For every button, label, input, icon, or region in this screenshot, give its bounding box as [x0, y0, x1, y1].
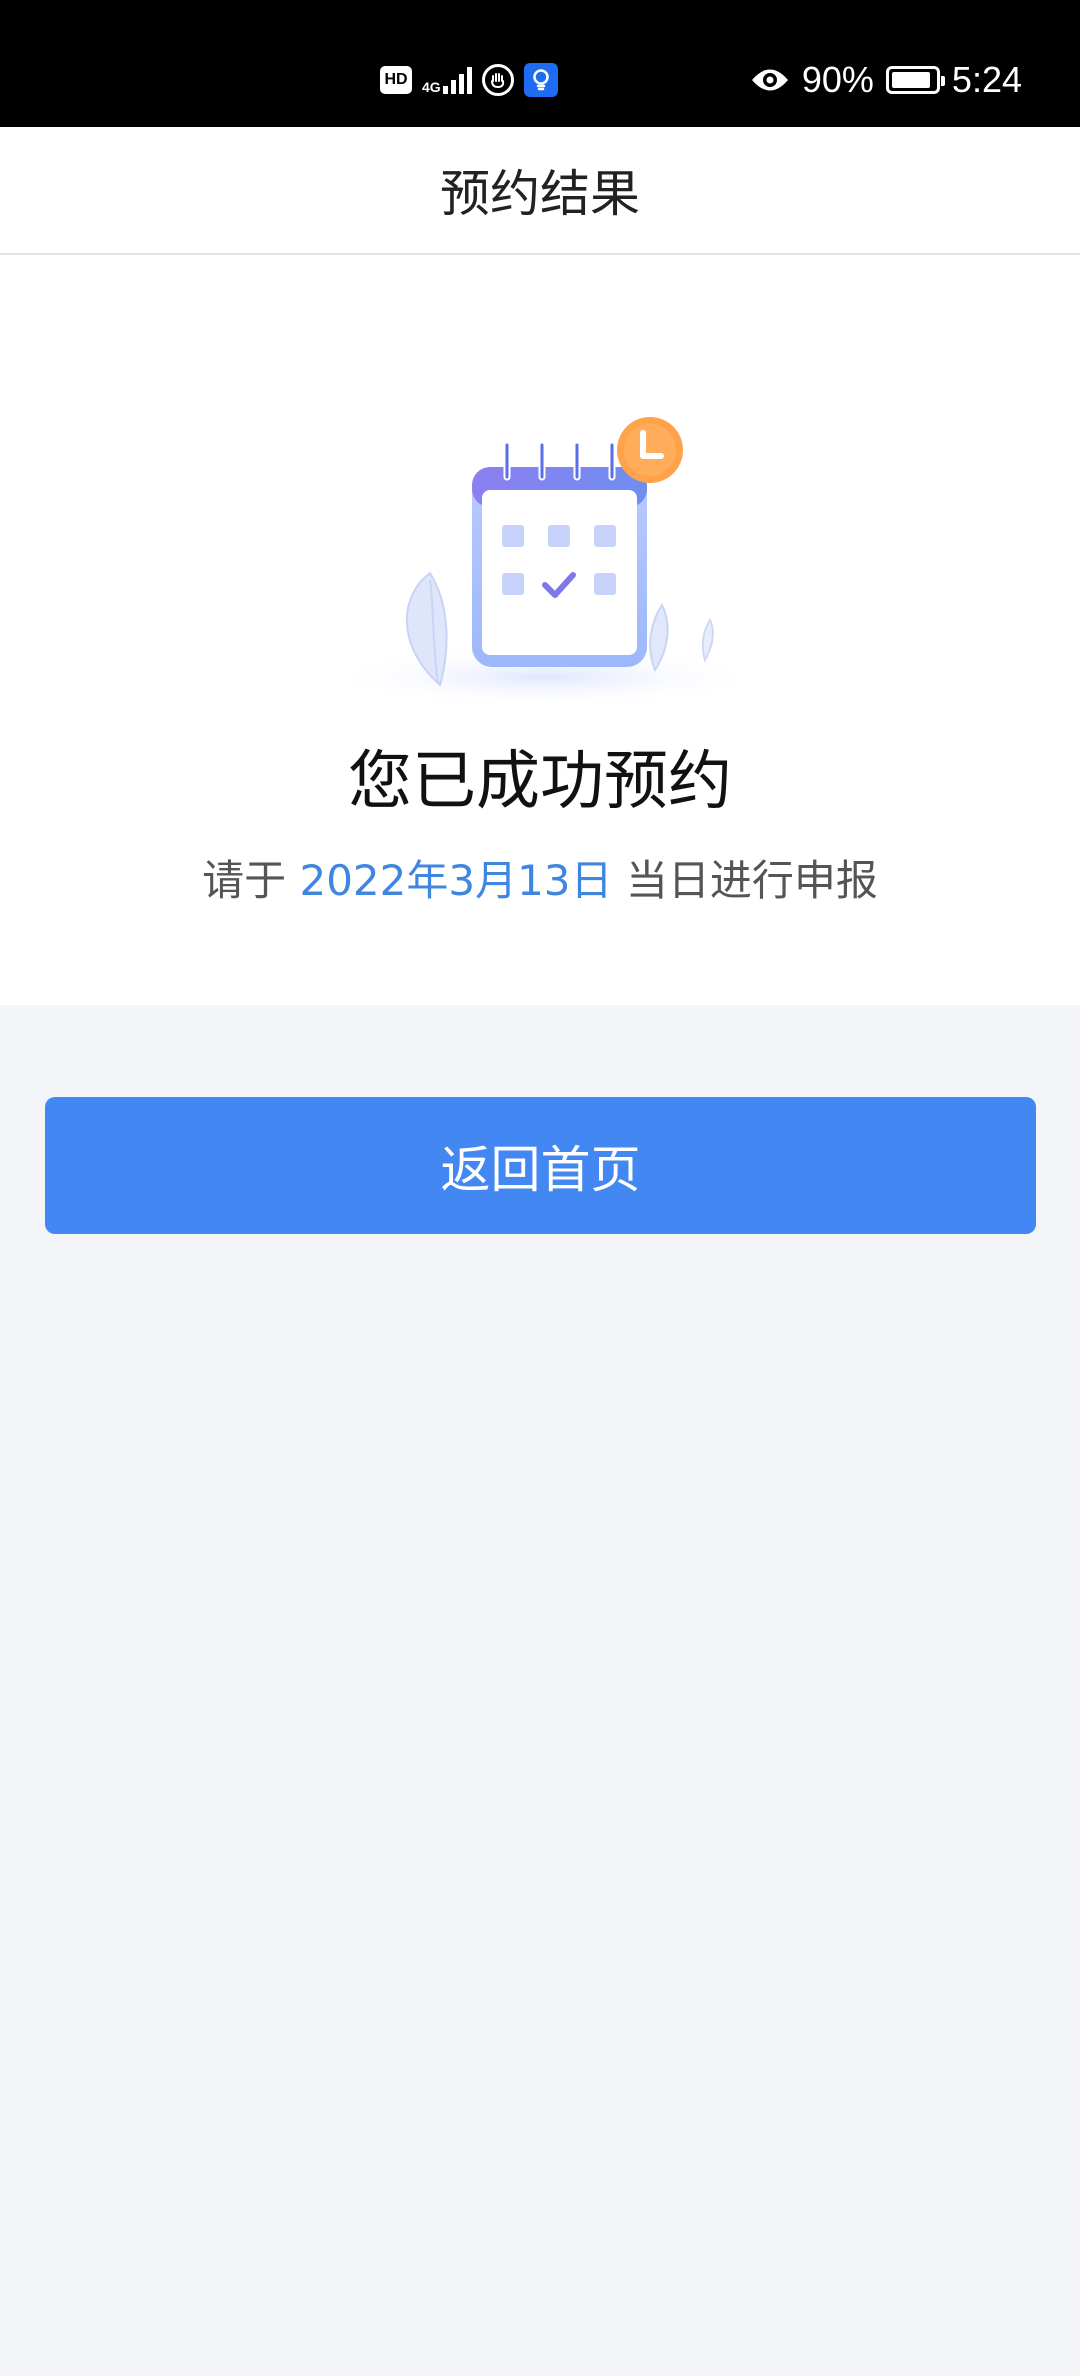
- header: 预约结果: [0, 127, 1080, 255]
- result-card: 您已成功预约 请于 2022年3月13日 当日进行申报: [0, 255, 1080, 1005]
- status-time: 5:24: [951, 59, 1022, 100]
- status-icons-left: HD 4G: [380, 60, 558, 100]
- battery-icon: [885, 66, 945, 94]
- success-subtitle: 请于 2022年3月13日 当日进行申报: [0, 847, 1080, 908]
- bulb-icon: [523, 63, 558, 97]
- network-label: 4G: [422, 79, 441, 95]
- calendar-clock-icon: [325, 417, 765, 707]
- battery-percent: 90%: [801, 59, 874, 100]
- battery-fill: [891, 72, 930, 88]
- status-icons-right: 90% 5:24: [750, 56, 1022, 104]
- return-home-button[interactable]: 返回首页: [45, 1097, 1036, 1234]
- subtitle-prefix: 请于: [202, 856, 287, 905]
- page-title: 预约结果: [440, 165, 640, 223]
- status-bar: HD 4G 90% 5:24: [0, 0, 1080, 127]
- hd-icon: HD: [380, 66, 412, 94]
- signal-icon: 4G: [422, 66, 472, 94]
- eye-icon: [751, 69, 788, 91]
- subtitle-suffix: 当日进行申报: [625, 856, 878, 905]
- success-title: 您已成功预约: [348, 745, 732, 819]
- appointment-date: 2022年3月13日: [299, 856, 613, 905]
- gesture-icon: [481, 64, 514, 96]
